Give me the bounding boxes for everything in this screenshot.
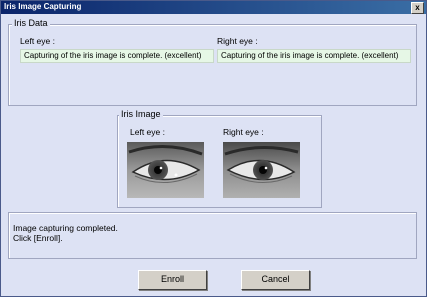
iris-image-group: Iris Image Left eye : Right eye :: [117, 109, 322, 208]
left-eye-image-label: Left eye :: [130, 127, 165, 137]
cancel-button[interactable]: Cancel: [241, 270, 310, 290]
right-eye-data-label: Right eye :: [217, 36, 258, 46]
iris-data-group: Iris Data Left eye : Capturing of the ir…: [8, 18, 417, 106]
close-button[interactable]: x: [411, 2, 424, 14]
message-line-1: Image capturing completed.: [13, 223, 118, 233]
enroll-button[interactable]: Enroll: [138, 270, 207, 290]
iris-data-legend: Iris Data: [12, 18, 50, 28]
right-eye-image-label: Right eye :: [223, 127, 264, 137]
left-eye-data-label: Left eye :: [20, 36, 55, 46]
iris-image-legend: Iris Image: [119, 109, 163, 119]
window-title: Iris Image Capturing: [4, 2, 82, 11]
message-panel: Image capturing completed. Click [Enroll…: [8, 212, 417, 259]
title-bar[interactable]: Iris Image Capturing x: [1, 1, 426, 14]
left-eye-status-field: Capturing of the iris image is complete.…: [20, 49, 214, 63]
right-eye-status-field: Capturing of the iris image is complete.…: [217, 49, 411, 63]
left-eye-image: [127, 142, 204, 198]
right-eye-image: [223, 142, 300, 198]
iris-capture-window: Iris Image Capturing x Iris Data Left ey…: [0, 0, 427, 297]
message-line-2: Click [Enroll].: [13, 233, 63, 243]
